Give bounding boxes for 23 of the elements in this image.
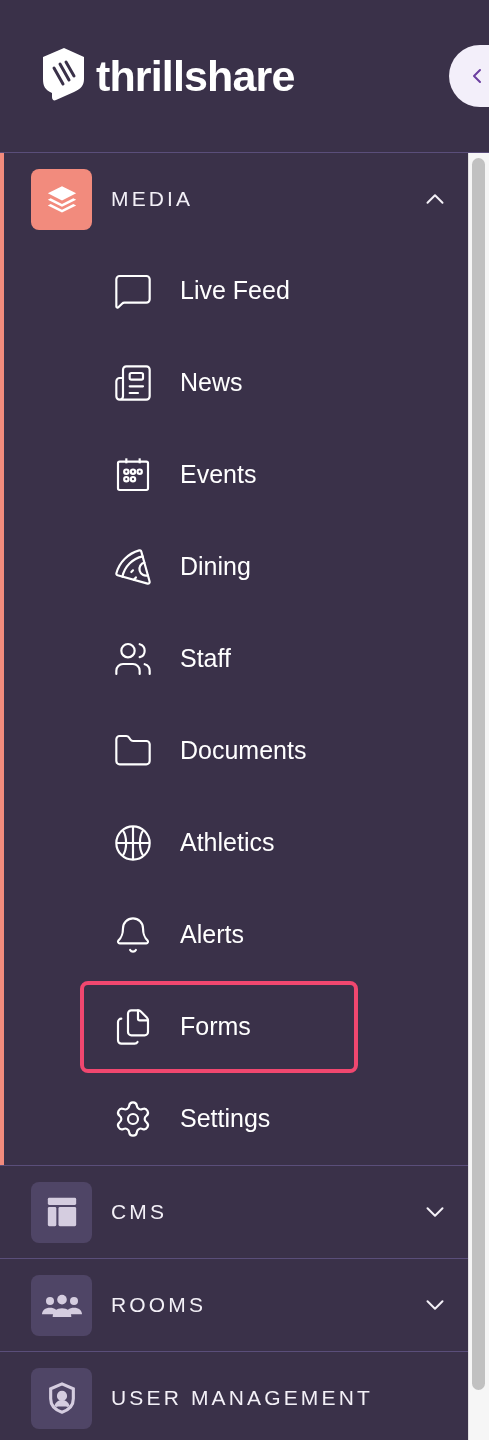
section-header[interactable]: CMS — [4, 1166, 468, 1258]
section-header[interactable]: USER MANAGEMENT — [4, 1352, 468, 1440]
nav-item[interactable]: Events — [80, 429, 358, 521]
nav-item[interactable]: Settings — [80, 1073, 358, 1165]
newspaper-icon — [113, 363, 153, 403]
brand-name: thrillshare — [96, 50, 295, 102]
section-label: MEDIA — [111, 186, 195, 213]
nav-item[interactable]: Alerts — [80, 889, 358, 981]
nav-item[interactable]: Forms — [80, 981, 358, 1073]
nav-item[interactable]: Documents — [80, 705, 358, 797]
pizza-icon — [113, 547, 153, 587]
section-label: ROOMS — [111, 1292, 208, 1319]
nav-item[interactable]: Athletics — [80, 797, 358, 889]
section-header[interactable]: ROOMS — [4, 1259, 468, 1351]
section-header[interactable]: MEDIA — [4, 153, 468, 245]
nav-item[interactable]: Dining — [80, 521, 358, 613]
section-label: CMS — [111, 1199, 169, 1226]
nav-item[interactable]: News — [80, 337, 358, 429]
nav-item[interactable]: Live Feed — [80, 245, 358, 337]
section-label: USER MANAGEMENT — [111, 1385, 374, 1412]
collapse-button[interactable] — [449, 45, 489, 107]
nav-item[interactable]: Staff — [80, 613, 358, 705]
basketball-icon — [113, 823, 153, 863]
